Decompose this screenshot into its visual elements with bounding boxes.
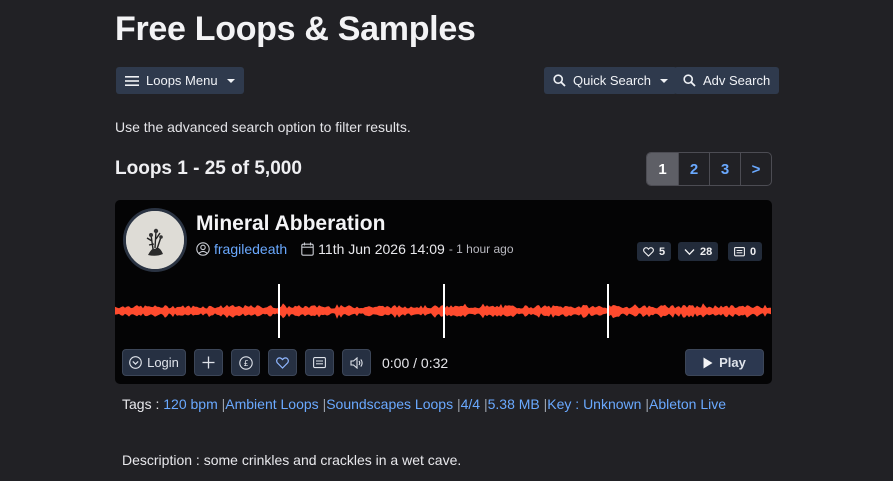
login-label: Login	[147, 355, 179, 370]
track-date: 11th Jun 2026 14:09	[318, 241, 445, 257]
adv-search-label: Adv Search	[703, 73, 771, 88]
track-meta: fragiledeath 11th Jun 2026 14:09 - 1 hou…	[196, 241, 514, 257]
quick-search-label: Quick Search	[573, 73, 652, 88]
comments-badge[interactable]: 0	[728, 242, 763, 261]
play-button[interactable]: Play	[685, 349, 764, 376]
track-description: Description : some crinkles and crackles…	[122, 452, 462, 468]
plus-icon	[202, 356, 215, 369]
caret-down-icon	[226, 78, 235, 83]
waveform[interactable]	[115, 284, 772, 340]
downloads-badge[interactable]: 28	[678, 242, 719, 261]
tag-link[interactable]: Ableton Live	[649, 396, 726, 412]
time-display: 0:00 / 0:32	[382, 355, 449, 371]
calendar-icon	[301, 242, 314, 256]
tag-link[interactable]: 120 bpm	[163, 396, 217, 412]
track-user-link[interactable]: fragiledeath	[214, 241, 287, 257]
comment-button[interactable]	[305, 349, 334, 376]
loops-menu-button[interactable]: Loops Menu	[116, 67, 244, 94]
track-ago: - 1 hour ago	[448, 242, 514, 256]
tag-link[interactable]: Ambient Loops	[225, 396, 318, 412]
comments-count: 0	[750, 245, 757, 258]
svg-text:£: £	[243, 359, 248, 368]
page-2-button[interactable]: 2	[678, 153, 709, 185]
play-icon	[703, 357, 713, 368]
like-button[interactable]	[268, 349, 297, 376]
caret-down-icon	[660, 78, 669, 83]
play-label: Play	[719, 355, 746, 370]
tag-link[interactable]: Soundscapes Loops	[326, 396, 453, 412]
tag-link[interactable]: 4/4	[461, 396, 480, 412]
tag-link[interactable]: 5.38 MB	[488, 396, 540, 412]
page-3-button[interactable]: 3	[709, 153, 740, 185]
tag-link[interactable]: Key : Unknown	[547, 396, 641, 412]
comment-icon	[734, 246, 745, 256]
tags-line: Tags : 120 bpm |Ambient Loops |Soundscap…	[122, 396, 727, 412]
chevron-down-circle-icon	[129, 356, 142, 369]
search-hint: Use the advanced search option to filter…	[115, 119, 411, 135]
quick-search-button[interactable]: Quick Search	[544, 67, 678, 94]
currency-icon: £	[238, 355, 253, 370]
search-icon	[553, 74, 566, 87]
license-button[interactable]: £	[231, 349, 260, 376]
page-title: Free Loops & Samples	[115, 10, 476, 48]
next-page-button[interactable]: >	[740, 153, 771, 185]
menu-icon	[125, 75, 139, 86]
tags-label: Tags :	[122, 396, 160, 412]
loop-card: Mineral Abberation fragiledeath 11th Jun…	[115, 200, 772, 384]
results-count: Loops 1 - 25 of 5,000	[115, 158, 302, 179]
adv-search-button[interactable]: Adv Search	[674, 67, 780, 94]
login-button[interactable]: Login	[122, 349, 186, 376]
heart-icon	[276, 356, 289, 369]
avatar-image	[126, 211, 184, 269]
likes-badge[interactable]: 5	[637, 242, 672, 261]
user-icon	[196, 242, 210, 256]
volume-button[interactable]	[342, 349, 371, 376]
search-icon	[683, 74, 696, 87]
chevron-down-icon	[684, 248, 695, 255]
volume-icon	[349, 356, 363, 369]
downloads-count: 28	[700, 245, 713, 258]
heart-icon	[643, 246, 654, 257]
page-1-button[interactable]: 1	[647, 153, 678, 185]
loops-menu-label: Loops Menu	[146, 73, 218, 88]
pagination: 1 2 3 >	[646, 152, 772, 186]
track-title[interactable]: Mineral Abberation	[196, 212, 385, 236]
likes-count: 5	[659, 245, 666, 258]
avatar[interactable]	[123, 208, 187, 272]
comment-icon	[313, 356, 326, 368]
add-button[interactable]	[194, 349, 223, 376]
